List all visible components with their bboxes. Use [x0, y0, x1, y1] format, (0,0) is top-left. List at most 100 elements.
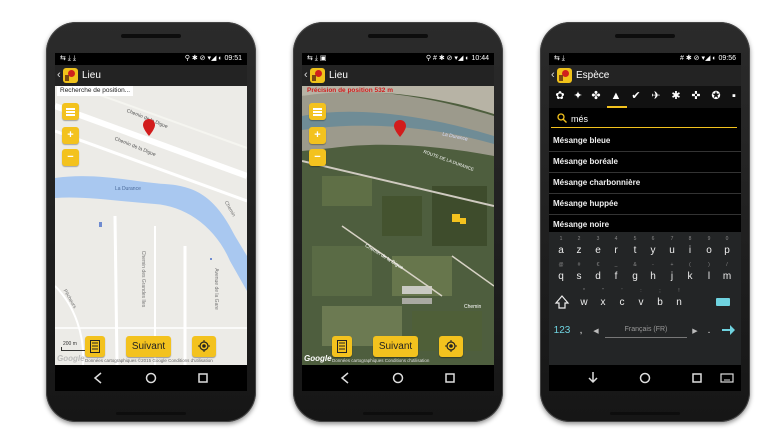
key-x[interactable]: " x — [594, 288, 612, 314]
zoom-out-button[interactable]: − — [62, 149, 79, 166]
status-time: 09:51 — [224, 55, 242, 62]
app-logo-icon[interactable] — [63, 68, 78, 83]
back-icon[interactable] — [91, 370, 107, 386]
symbols-key[interactable]: 123 — [551, 316, 573, 342]
back-chevron-icon[interactable]: ‹ — [57, 68, 61, 82]
map-attribution[interactable]: Données cartographiques Conditions d'uti… — [332, 358, 429, 363]
key-m[interactable]: / m — [718, 262, 736, 288]
enter-arrow-icon[interactable] — [719, 316, 737, 342]
key-n[interactable]: ! n — [670, 288, 688, 314]
layers-button[interactable] — [309, 103, 326, 120]
screen-title: Lieu — [329, 70, 348, 81]
key-t[interactable]: 5t — [626, 236, 644, 262]
zoom-in-button[interactable]: + — [62, 127, 79, 144]
my-location-button[interactable] — [192, 336, 216, 357]
location-pin-icon[interactable] — [394, 120, 406, 137]
status-right: ⚲ ✱ ⊘ ▾◢ ◐ 09:51 — [185, 53, 242, 65]
home-icon[interactable] — [143, 370, 159, 386]
tab-more-icon[interactable]: ▪ — [727, 89, 741, 103]
arrow-right-icon[interactable]: ▶ — [688, 325, 702, 339]
key-a[interactable]: 1a — [552, 236, 570, 262]
road-label: Chemin des Grandes Iles — [140, 250, 147, 308]
key-u[interactable]: 7u — [663, 236, 681, 262]
key-c[interactable]: ' c — [613, 288, 631, 314]
crosshair-icon — [445, 340, 457, 352]
home-icon[interactable] — [390, 370, 406, 386]
key-e[interactable]: 3e — [589, 236, 607, 262]
list-icon — [90, 340, 100, 353]
tab-bird-selected-icon[interactable]: ▲ — [609, 89, 623, 103]
key-b[interactable]: ; b — [651, 288, 669, 314]
shift-icon[interactable] — [553, 288, 571, 314]
search-input[interactable] — [571, 110, 731, 127]
key-j[interactable]: + j — [663, 262, 681, 288]
species-list-button[interactable] — [332, 336, 352, 357]
space-bar[interactable]: Français (FR) — [605, 322, 687, 338]
key-p[interactable]: 0p — [718, 236, 736, 262]
tab-flying-bird-icon[interactable]: ✈ — [649, 89, 663, 103]
speaker-grille — [121, 34, 181, 38]
key-v[interactable]: :v — [632, 288, 650, 314]
back-icon[interactable] — [338, 370, 354, 386]
tab-butterfly-icon[interactable]: ✜ — [689, 89, 703, 103]
layers-button[interactable] — [62, 103, 79, 120]
app-logo-icon[interactable] — [310, 68, 325, 83]
tab-bird-icon[interactable]: ✦ — [571, 89, 585, 103]
tab-beetle-icon[interactable]: ✪ — [709, 89, 723, 103]
map-view[interactable]: Précision de position 532 m La Durance R… — [302, 86, 494, 365]
list-item[interactable]: Mésange charbonnière — [549, 173, 741, 194]
next-button[interactable]: Suivant — [126, 336, 171, 357]
phone-species-search: ⇆ ⤓ # ✱ ⊘ ▾◢ ◐ 09:56 ‹ Espèce ✿ ✦ ✤ ▲ ✔ … — [540, 22, 750, 422]
system-nav-bar — [55, 365, 247, 391]
screen-title: Lieu — [82, 70, 101, 81]
key-g[interactable]: & g — [626, 262, 644, 288]
arrow-left-icon[interactable]: ◀ — [589, 325, 603, 339]
delete-key[interactable] — [711, 288, 735, 314]
action-bar: ‹ Lieu — [55, 65, 247, 86]
comma-key[interactable]: , — [575, 316, 587, 342]
key-k[interactable]: (k — [681, 262, 699, 288]
map-view[interactable]: Chemin de la Digue Chemin de la Digue La… — [55, 86, 247, 365]
map-attribution[interactable]: Données cartographiques ©2015 Google Con… — [85, 358, 213, 363]
key-y[interactable]: 6y — [644, 236, 662, 262]
key-w[interactable]: * w — [575, 288, 593, 314]
recent-apps-icon[interactable] — [689, 370, 705, 386]
keyboard-switch-icon[interactable] — [719, 370, 735, 386]
my-location-button[interactable] — [439, 336, 463, 357]
key-f[interactable]: _ f — [607, 262, 625, 288]
recent-apps-icon[interactable] — [195, 370, 211, 386]
app-logo-icon[interactable] — [557, 68, 572, 83]
zoom-out-button[interactable]: − — [309, 149, 326, 166]
back-chevron-icon[interactable]: ‹ — [304, 68, 308, 82]
hide-keyboard-icon[interactable] — [585, 370, 601, 386]
next-button[interactable]: Suivant — [373, 336, 418, 357]
location-pin-icon[interactable] — [143, 119, 155, 136]
back-chevron-icon[interactable]: ‹ — [551, 68, 555, 82]
screen-title: Espèce — [576, 70, 610, 81]
key-q[interactable]: @ q — [552, 262, 570, 288]
key-z[interactable]: 2z — [570, 236, 588, 262]
phone-map-roadmap: ⇆ ⤓ ⤓ ⚲ ✱ ⊘ ▾◢ ◐ 09:51 ‹ Lieu Chemin de … — [46, 22, 256, 422]
search-field[interactable] — [551, 110, 737, 128]
species-list-button[interactable] — [85, 336, 105, 357]
key-h[interactable]: -h — [644, 262, 662, 288]
zoom-in-button[interactable]: + — [309, 127, 326, 144]
list-item[interactable]: Mésange boréale — [549, 152, 741, 173]
list-item[interactable]: Mésange huppée — [549, 194, 741, 215]
key-s[interactable]: # s — [570, 262, 588, 288]
home-icon[interactable] — [637, 370, 653, 386]
status-icons: ⚲ # ✱ ⊘ ▾◢ ◐ — [425, 55, 470, 62]
recent-apps-icon[interactable] — [442, 370, 458, 386]
tab-mammal-icon[interactable]: ✿ — [553, 89, 567, 103]
tab-amphibian-icon[interactable]: ✤ — [589, 89, 603, 103]
key-l[interactable]: ) l — [700, 262, 718, 288]
position-status: Recherche de position... — [57, 86, 134, 96]
tab-raptor-icon[interactable]: ✔ — [629, 89, 643, 103]
key-d[interactable]: € d — [589, 262, 607, 288]
key-i[interactable]: 8i — [681, 236, 699, 262]
key-o[interactable]: 9o — [700, 236, 718, 262]
period-key[interactable]: . — [703, 316, 715, 342]
tab-insect-icon[interactable]: ✱ — [669, 89, 683, 103]
list-item[interactable]: Mésange bleue — [549, 131, 741, 152]
key-r[interactable]: 4r — [607, 236, 625, 262]
